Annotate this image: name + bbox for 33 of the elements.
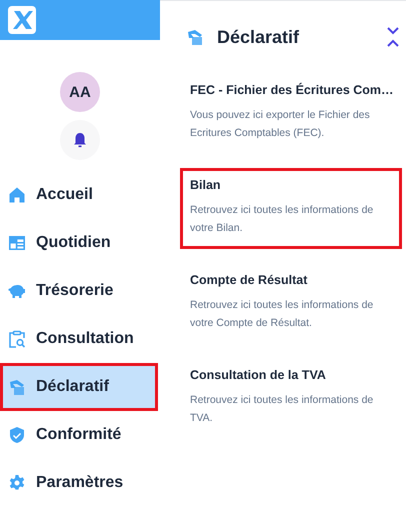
calendar-icon xyxy=(8,234,26,252)
item-title: Bilan xyxy=(190,178,222,192)
nav-item[interactable]: Accueil xyxy=(0,171,158,219)
item-title: FEC - Fichier des Écritures Com… xyxy=(190,83,394,97)
nav-item[interactable]: Consultation xyxy=(0,315,158,363)
menu-card[interactable]: Compte de Résultat Retrouvez ici toutes les informations de votre Compte de Résultat. xyxy=(180,263,402,344)
item-description: Retrouvez ici toutes les informations de TVA. xyxy=(190,393,374,426)
nav-item[interactable]: Quotidien xyxy=(0,219,158,267)
nav-item[interactable]: Paramètres xyxy=(0,459,158,507)
document-icon xyxy=(185,28,205,46)
collapse-icon[interactable] xyxy=(386,26,400,48)
menu-card[interactable]: FEC - Fichier des Écritures Com… Vous pouvez ici exporter le Fichier des Ecritures Comptables (FEC). xyxy=(180,73,402,154)
settings-icon xyxy=(8,474,26,492)
nav-item[interactable]: Trésorerie xyxy=(0,267,158,315)
user-avatar[interactable]: AA xyxy=(60,72,100,112)
logo-icon[interactable] xyxy=(8,6,36,34)
shield-check-icon xyxy=(8,426,26,444)
panel-title: Déclaratif xyxy=(217,26,300,48)
piggy-bank-icon xyxy=(8,282,26,300)
bell-icon xyxy=(73,132,87,148)
document-icon xyxy=(8,378,26,396)
nav-item[interactable]: Conformité xyxy=(0,411,158,459)
item-title: Compte de Résultat xyxy=(190,273,308,287)
item-description: Retrouvez ici toutes les informations de votre Compte de Résultat. xyxy=(190,298,374,331)
item-title: Consultation de la TVA xyxy=(190,368,327,382)
home-icon xyxy=(8,186,26,204)
menu-card[interactable]: Consultation de la TVA Retrouvez ici toutes les informations de TVA. xyxy=(180,358,402,439)
item-description: Retrouvez ici toutes les informations de votre Bilan. xyxy=(190,203,374,236)
nav-item[interactable]: Déclaratif xyxy=(0,363,158,411)
item-description: Vous pouvez ici exporter le Fichier des Ecritures Comptables (FEC). xyxy=(190,108,371,141)
notification-button[interactable] xyxy=(60,120,100,160)
menu-card[interactable]: Bilan Retrouvez ici toutes les informations de votre Bilan. xyxy=(180,168,402,249)
clipboard-search-icon xyxy=(8,330,26,348)
